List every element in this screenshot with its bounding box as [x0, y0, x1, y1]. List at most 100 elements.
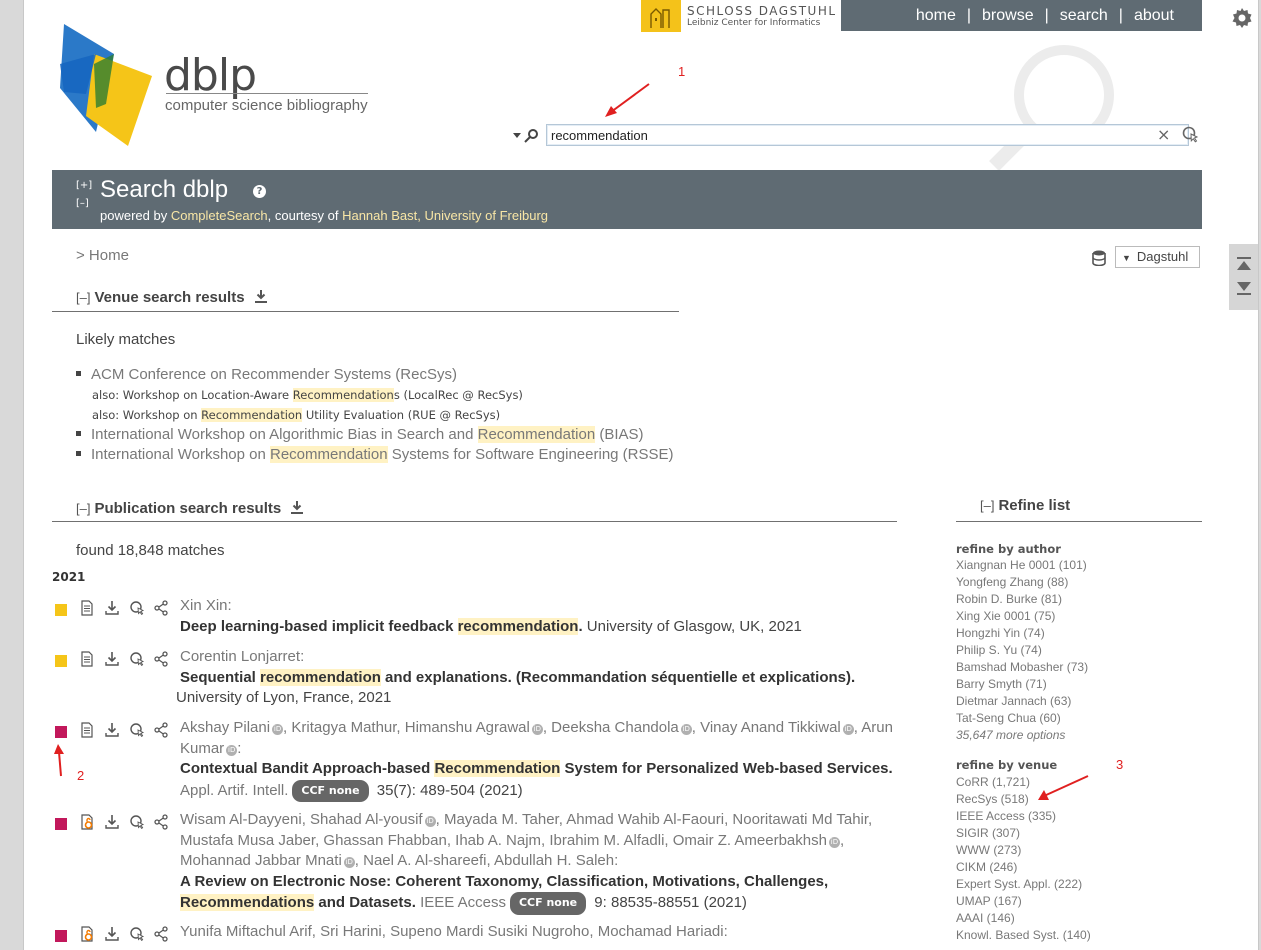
refine-author-item[interactable]: Yongfeng Zhang (88): [956, 575, 1068, 589]
refine-venue-item[interactable]: RecSys (518): [956, 792, 1029, 806]
document-icon[interactable]: [79, 651, 95, 667]
orcid-icon[interactable]: iD: [272, 724, 284, 735]
orcid-icon[interactable]: iD: [343, 857, 355, 868]
venue-item[interactable]: International Workshop on Recommendation…: [76, 446, 674, 463]
author-name[interactable]: , Kritagya Mathur, Himanshu Agrawal: [283, 719, 530, 736]
search-related-icon[interactable]: [129, 814, 145, 830]
expand-all-toggle[interactable]: [+]: [76, 177, 92, 195]
pub-authors[interactable]: Wisam Al-Dayyeni, Shahad Al-yousif iD, Ma…: [180, 811, 872, 869]
orcid-icon[interactable]: iD: [531, 724, 543, 735]
share-icon[interactable]: [153, 600, 169, 616]
open-access-document-icon[interactable]: [79, 814, 95, 830]
orcid-icon[interactable]: iD: [842, 724, 854, 735]
venue-item[interactable]: International Workshop on Algorithmic Bi…: [76, 426, 644, 443]
pub-authors[interactable]: Xin Xin:: [180, 597, 232, 614]
pub-title-highlight: recommendation: [457, 617, 579, 635]
document-icon[interactable]: [79, 600, 95, 616]
mirror-select[interactable]: ▼ Dagstuhl: [1115, 246, 1200, 268]
orcid-icon[interactable]: iD: [680, 724, 692, 735]
orcid-icon[interactable]: iD: [828, 836, 840, 848]
nav-browse[interactable]: browse: [982, 7, 1034, 25]
refine-venue-item[interactable]: Knowl. Based Syst. (140): [956, 928, 1091, 942]
scroll-bottom-icon[interactable]: [1237, 280, 1251, 299]
completesearch-link[interactable]: CompleteSearch: [171, 208, 268, 223]
search-related-icon[interactable]: [129, 600, 145, 616]
refine-venue-item[interactable]: AAAI (146): [956, 911, 1015, 925]
author-name[interactable]: , Nael A. Al-shareefi, Abdullah H. Saleh…: [355, 852, 619, 869]
venue-item[interactable]: ACM Conference on Recommender Systems (R…: [76, 366, 457, 383]
venue-also-text: also: Workshop on Location-Aware: [92, 388, 293, 402]
share-icon[interactable]: [153, 814, 169, 830]
refine-toggle[interactable]: [–]: [980, 498, 994, 513]
author-name[interactable]: , Vinay Anand Tikkiwal: [692, 719, 841, 736]
venue-also[interactable]: also: Workshop on Location-Aware Recomme…: [92, 388, 523, 402]
download-icon[interactable]: [254, 289, 267, 303]
dagstuhl-title: SCHLOSS DAGSTUHL: [687, 3, 837, 18]
pub-title-highlight: recommendation: [260, 668, 381, 686]
share-icon[interactable]: [153, 651, 169, 667]
help-icon[interactable]: ?: [253, 185, 266, 198]
refine-venue-item[interactable]: IEEE Access (335): [956, 809, 1056, 823]
export-icon[interactable]: [104, 600, 120, 616]
breadcrumb[interactable]: > Home: [76, 247, 129, 264]
export-icon[interactable]: [104, 722, 120, 738]
search-related-icon[interactable]: [129, 722, 145, 738]
refine-author-item[interactable]: Hongzhi Yin (74): [956, 626, 1045, 640]
nav-about[interactable]: about: [1134, 7, 1174, 25]
refine-venue-item[interactable]: WWW (273): [956, 843, 1021, 857]
download-icon[interactable]: [291, 500, 304, 514]
share-icon[interactable]: [153, 926, 169, 942]
refine-author-item[interactable]: Tat-Seng Chua (60): [956, 711, 1061, 725]
refine-author-item[interactable]: Dietmar Jannach (63): [956, 694, 1071, 708]
export-icon[interactable]: [104, 651, 120, 667]
venue-also[interactable]: also: Workshop on Recommendation Utility…: [92, 408, 500, 422]
export-icon[interactable]: [104, 814, 120, 830]
share-icon[interactable]: [153, 722, 169, 738]
pub-authors[interactable]: Akshay Pilani iD, Kritagya Mathur, Himans…: [180, 719, 893, 757]
refine-author-item[interactable]: Barry Smyth (71): [956, 677, 1047, 691]
nav-separator: |: [1118, 6, 1123, 24]
search-submit-icon[interactable]: [1181, 125, 1201, 145]
pub-authors[interactable]: Corentin Lonjarret:: [180, 648, 304, 665]
document-icon[interactable]: [79, 722, 95, 738]
author-name[interactable]: Wisam Al-Dayyeni, Shahad Al-yousif: [180, 811, 423, 828]
venue-results-toggle[interactable]: [–]: [76, 290, 90, 305]
refine-author-item[interactable]: Philip S. Yu (74): [956, 643, 1042, 657]
orcid-icon[interactable]: iD: [424, 816, 436, 827]
refine-author-item[interactable]: Xing Xie 0001 (75): [956, 609, 1055, 623]
nav-home[interactable]: home: [916, 7, 956, 25]
pub-results-toggle[interactable]: [–]: [76, 501, 90, 516]
refine-venue-item[interactable]: CoRR (1,721): [956, 775, 1030, 789]
search-related-icon[interactable]: [129, 651, 145, 667]
pub-title-text: System for Personalized Web-based Servic…: [560, 760, 893, 777]
refine-more-authors[interactable]: 35,647 more options: [956, 728, 1065, 742]
refine-author-item[interactable]: Xiangnan He 0001 (101): [956, 558, 1087, 572]
chevron-down-icon: ▼: [1122, 253, 1131, 263]
courtesy-link[interactable]: Hannah Bast, University of Freiburg: [342, 208, 548, 223]
export-icon[interactable]: [104, 926, 120, 942]
collapse-all-toggle[interactable]: [–]: [76, 195, 92, 213]
pub-venue-link[interactable]: Appl. Artif. Intell.: [180, 782, 288, 799]
database-icon[interactable]: [1092, 250, 1106, 267]
author-name[interactable]: Akshay Pilani: [180, 719, 270, 736]
refine-venue-item[interactable]: UMAP (167): [956, 894, 1022, 908]
header-expand-collapse[interactable]: [+] [–]: [76, 177, 92, 213]
clear-search-icon[interactable]: ×: [1157, 125, 1170, 144]
nav-search[interactable]: search: [1060, 7, 1108, 25]
refine-author-item[interactable]: Robin D. Burke (81): [956, 592, 1062, 606]
scroll-top-icon[interactable]: [1237, 256, 1251, 275]
search-input[interactable]: [546, 124, 1189, 146]
dagstuhl-banner[interactable]: SCHLOSS DAGSTUHL Leibniz Center for Info…: [641, 0, 841, 32]
author-name[interactable]: , Deeksha Chandola: [543, 719, 679, 736]
pub-authors[interactable]: Yunifa Miftachul Arif, Sri Harini, Supen…: [180, 923, 728, 940]
open-access-document-icon[interactable]: [79, 926, 95, 942]
refine-venue-item[interactable]: SIGIR (307): [956, 826, 1020, 840]
orcid-icon[interactable]: iD: [226, 744, 238, 756]
refine-venue-item[interactable]: CIKM (246): [956, 860, 1017, 874]
refine-author-item[interactable]: Bamshad Mobasher (73): [956, 660, 1088, 674]
gear-icon[interactable]: [1230, 6, 1254, 30]
search-options-dropdown[interactable]: [513, 129, 541, 146]
refine-venue-item[interactable]: Expert Syst. Appl. (222): [956, 877, 1082, 891]
search-related-icon[interactable]: [129, 926, 145, 942]
pub-venue-link[interactable]: IEEE Access: [416, 894, 506, 911]
